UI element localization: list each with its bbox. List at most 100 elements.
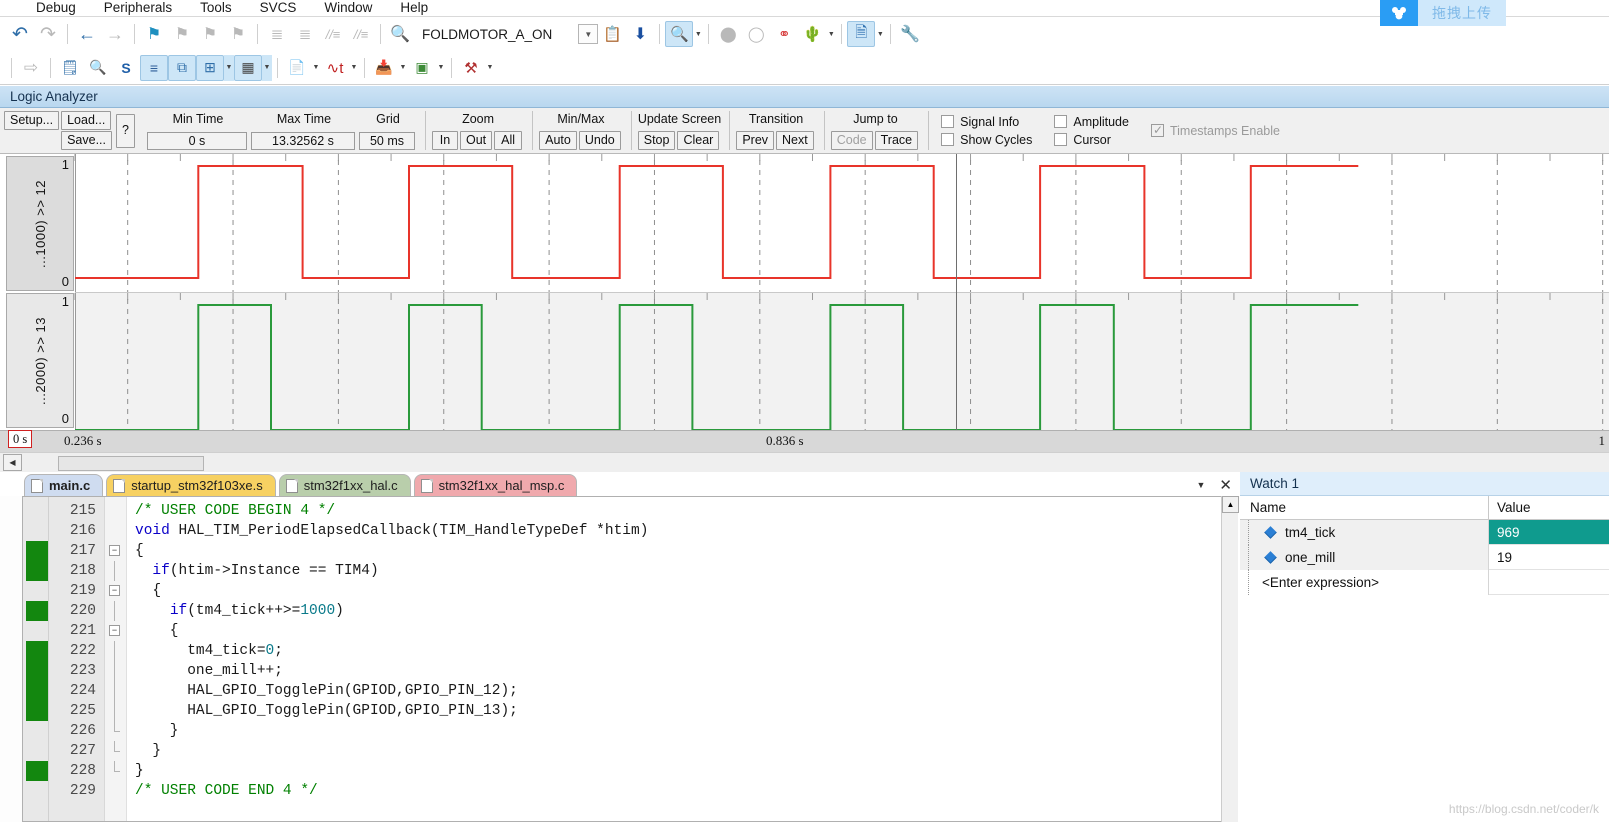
bookmark-toggle-icon[interactable]: ⚑ [140,21,168,47]
navigate-forward-icon[interactable]: → [101,21,129,47]
disable-breakpoint-icon[interactable]: ◯ [742,21,770,47]
menu-item-help[interactable]: Help [386,0,442,16]
watch-row[interactable]: tm4_tick 969 [1240,520,1609,545]
find-in-files-icon[interactable]: 🔍 [386,21,414,47]
signal-label-2[interactable]: ...2000) >> 13 1 0 [6,293,74,428]
update-screen-clear-button[interactable]: Clear [677,131,720,150]
code-line[interactable]: HAL_GPIO_TogglePin(GPIOD,GPIO_PIN_13); [135,701,1238,721]
code-line[interactable]: { [135,621,1238,641]
bookmark-next-icon[interactable]: ⚑ [196,21,224,47]
download-arrow-icon[interactable]: ⬇ [626,21,654,47]
bookmark-clear-icon[interactable]: ⚑ [224,21,252,47]
chevron-up-icon[interactable]: ▲ [1222,496,1239,513]
watch-row-name[interactable]: tm4_tick [1240,520,1489,545]
code-line[interactable]: if(tm4_tick++>=1000) [135,601,1238,621]
serial-window-icon[interactable]: 📄 [283,55,311,81]
fold-toggle-icon[interactable]: − [109,585,120,596]
menu-item-window[interactable]: Window [310,0,386,16]
close-icon[interactable]: ✕ [1219,476,1232,494]
code-text-area[interactable]: 215 216 217 218 219 220 221 222 223 224 225 226 227 2… [22,496,1238,822]
cursor-row[interactable]: Cursor [1054,133,1145,147]
window-layout-icon[interactable]: 🗎 [847,21,876,47]
chevron-down-icon[interactable]: ▼ [262,54,272,81]
code-line[interactable]: /* USER CODE END 4 */ [135,781,1238,801]
symbols-window-icon[interactable]: S [112,55,140,81]
waveform-canvas[interactable]: ...1000) >> 12 1 0 ...2000) >> 13 1 0 [0,154,1609,431]
call-stack-window-icon[interactable]: ⧉ [168,54,196,81]
tab-main-c[interactable]: main.c [24,474,104,496]
bookmark-prev-icon[interactable]: ⚑ [168,21,196,47]
show-cycles-checkbox[interactable] [941,133,955,146]
min-max-auto-button[interactable]: Auto [539,131,577,150]
chevron-down-icon[interactable]: ▼ [311,55,321,81]
uncomment-lines-icon[interactable]: //≡ [347,21,375,47]
watch-row-value[interactable]: 969 [1489,520,1609,545]
chevron-down-icon[interactable]: ▼ [436,55,446,81]
code-line[interactable]: if(htim->Instance == TIM4) [135,561,1238,581]
watch-new-expression-row[interactable]: <Enter expression> [1240,570,1609,595]
jump-to-trace-button[interactable]: Trace [874,131,919,150]
chevron-down-icon[interactable]: ▼ [826,21,836,47]
undo-icon[interactable]: ↶ [6,21,34,47]
kill-all-breakpoints-icon[interactable]: ⚭ [770,21,798,47]
zoom-out-button[interactable]: Out [459,131,493,150]
save-button[interactable]: Save... [61,131,113,150]
indent-left-icon[interactable]: ≣ [291,21,319,47]
disassembly-window-icon[interactable]: 🔍 [84,55,112,81]
chevron-down-icon[interactable]: ▼ [693,21,703,47]
system-viewer-icon[interactable]: ▣ [408,55,436,81]
time-cursor-line[interactable] [955,154,957,430]
signal-label-1[interactable]: ...1000) >> 12 1 0 [6,156,74,291]
navigate-back-icon[interactable]: ← [73,21,101,47]
chevron-down-icon[interactable]: ▼ [1197,480,1206,490]
watch-new-expression-name[interactable]: <Enter expression> [1240,570,1489,595]
editor-vertical-scrollbar[interactable]: ▲ [1221,496,1239,822]
code-line[interactable]: } [135,741,1238,761]
grid-value[interactable]: 50 ms [358,132,415,150]
redo-icon[interactable]: ↷ [34,21,62,47]
watch-row[interactable]: one_mill 19 [1240,545,1609,570]
code-line[interactable]: one_mill++; [135,661,1238,681]
code-line[interactable]: { [135,581,1238,601]
chevron-down-icon[interactable]: ▼ [224,54,234,81]
comment-lines-icon[interactable]: //≡ [319,21,347,47]
analysis-windows-icon[interactable]: ∿t [321,55,349,81]
start-stop-debug-session-icon[interactable]: 🔍 [665,21,694,47]
breakpoints-icon[interactable]: 🌵 [798,21,826,47]
manage-project-icon[interactable]: 📋 [598,21,626,47]
signal-info-checkbox[interactable] [941,115,955,128]
help-button[interactable]: ? [116,113,135,148]
code-folding-gutter[interactable]: − − − [105,497,127,821]
watch-row-name[interactable]: one_mill [1240,545,1489,570]
fold-toggle-icon[interactable]: − [109,625,120,636]
menu-item-debug[interactable]: Debug [22,0,90,16]
cursor-checkbox[interactable] [1054,133,1068,146]
code-line[interactable]: HAL_GPIO_TogglePin(GPIOD,GPIO_PIN_12); [135,681,1238,701]
indent-right-icon[interactable]: ≣ [263,21,291,47]
code-line[interactable]: void HAL_TIM_PeriodElapsedCallback(TIM_H… [135,521,1238,541]
min-time-value[interactable]: 0 s [146,132,247,150]
transition-next-button[interactable]: Next [776,131,814,150]
chevron-down-icon[interactable]: ▼ [398,55,408,81]
tab-startup-stm32f103xe-s[interactable]: startup_stm32f103xe.s [106,474,276,496]
configure-wrench-icon[interactable]: 🔧 [896,21,924,47]
tab-stm32f1xx-hal-c[interactable]: stm32f1xx_hal.c [278,474,411,496]
zoom-in-button[interactable]: In [431,131,458,150]
load-button[interactable]: Load... [61,111,112,130]
amplitude-row[interactable]: Amplitude [1054,115,1145,129]
amplitude-checkbox[interactable] [1054,115,1068,128]
menu-item-tools[interactable]: Tools [186,0,246,16]
toolbox-icon[interactable]: ⚒ [457,55,485,81]
chevron-down-icon[interactable]: ▼ [485,55,495,81]
update-screen-stop-button[interactable]: Stop [637,131,676,150]
watch-new-expression-value[interactable] [1489,570,1609,595]
step-into-arrow-icon[interactable]: ⇨ [17,55,45,81]
max-time-value[interactable]: 13.32562 s [250,132,355,150]
memory-window-icon[interactable]: ▦ [234,54,262,81]
watch-row-value[interactable]: 19 [1489,545,1609,570]
registers-window-icon[interactable]: ≡ [140,54,168,81]
code-line[interactable]: /* USER CODE BEGIN 4 */ [135,501,1238,521]
waveform-horizontal-scrollbar[interactable]: ◀ [0,452,1609,472]
watch-window-icon[interactable]: ⊞ [196,54,224,81]
code-line[interactable]: } [135,721,1238,741]
